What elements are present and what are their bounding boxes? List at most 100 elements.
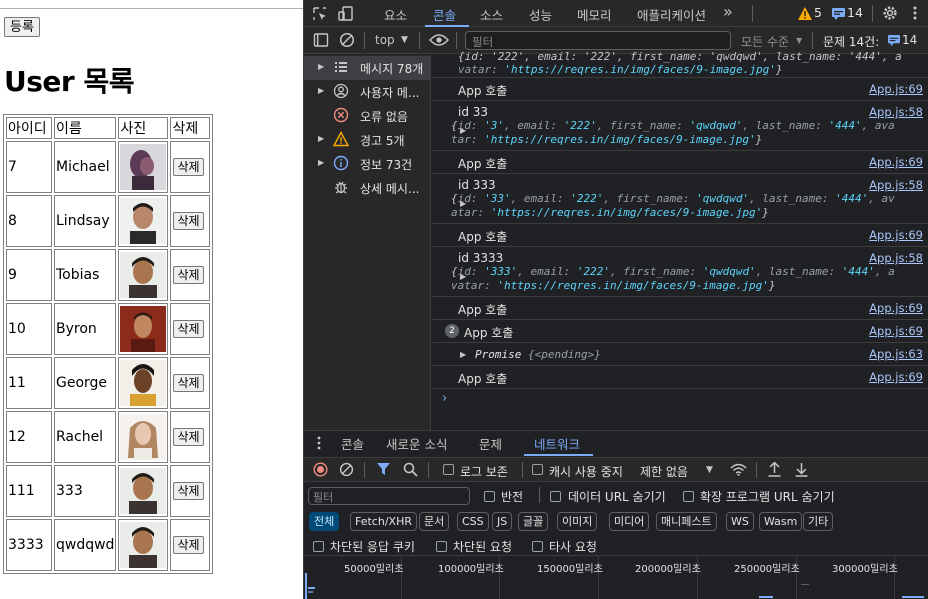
object-preview[interactable]: {id: '222', email: '222', first_name: 'q…: [458, 50, 902, 63]
delete-button[interactable]: 삭제: [173, 428, 204, 446]
console-message: App 호출 App.js:69: [432, 78, 928, 101]
throttling-dropdown[interactable]: 제한 없음: [640, 463, 688, 480]
filter-chip-js[interactable]: JS: [492, 512, 513, 531]
filter-chip-wasm[interactable]: Wasm: [759, 512, 803, 531]
sidebar-item-messages[interactable]: ▶ 메시지 78개: [304, 56, 431, 80]
object-preview[interactable]: {id: '3', email: '222', first_name: 'qwd…: [451, 119, 895, 132]
object-preview[interactable]: {id: '33', email: '222', first_name: 'qw…: [451, 192, 895, 205]
chevron-down-icon[interactable]: ▼: [796, 36, 802, 45]
hide-data-urls-checkbox[interactable]: [550, 491, 561, 502]
console-prompt-icon[interactable]: ›: [442, 391, 447, 406]
object-preview-line2[interactable]: vatar: 'https://reqres.in/img/faces/9-im…: [458, 63, 783, 76]
source-link[interactable]: App.js:69: [869, 82, 923, 96]
register-button[interactable]: 등록: [4, 17, 40, 37]
delete-button[interactable]: 삭제: [173, 266, 204, 284]
tab-issues[interactable]: 문제: [479, 434, 502, 453]
filter-chip-css[interactable]: CSS: [457, 512, 489, 531]
expand-arrow-icon[interactable]: ▶: [318, 134, 324, 143]
download-icon[interactable]: [795, 462, 808, 477]
filter-chip-all[interactable]: 전체: [309, 512, 340, 531]
delete-button[interactable]: 삭제: [173, 536, 204, 554]
source-link[interactable]: App.js:58: [869, 105, 923, 119]
filter-chip-img[interactable]: 이미지: [557, 512, 598, 531]
source-link[interactable]: App.js:69: [869, 324, 923, 338]
object-preview-line2[interactable]: tar: 'https://reqres.in/img/faces/9-imag…: [451, 133, 762, 146]
eye-icon[interactable]: [429, 34, 449, 46]
warning-count[interactable]: 5: [814, 5, 822, 20]
drawer-menu-icon[interactable]: [317, 436, 321, 450]
device-toolbar-icon[interactable]: [338, 6, 356, 22]
kebab-menu-icon[interactable]: [912, 5, 918, 21]
wifi-settings-icon[interactable]: [730, 463, 747, 476]
sidebar-item-user-messages[interactable]: ▶ 사용자 메...: [304, 80, 431, 104]
source-link[interactable]: App.js:69: [869, 370, 923, 384]
expand-arrow-icon[interactable]: ▶: [318, 62, 324, 71]
source-link[interactable]: App.js:58: [869, 178, 923, 192]
filter-chip-doc[interactable]: 문서: [419, 512, 450, 531]
promise-preview[interactable]: Promise {<pending>}: [475, 348, 601, 361]
message-count[interactable]: 14: [847, 5, 863, 20]
source-link[interactable]: App.js:69: [869, 155, 923, 169]
sidebar-item-info[interactable]: ▶ 정보 73건: [304, 152, 431, 176]
delete-button[interactable]: 삭제: [173, 212, 204, 230]
user-icon: [333, 83, 349, 99]
preserve-log-checkbox[interactable]: [443, 464, 454, 475]
delete-button[interactable]: 삭제: [173, 158, 204, 176]
gear-icon[interactable]: [882, 5, 898, 21]
object-preview-line2[interactable]: vatar: 'https://reqres.in/img/faces/9-im…: [451, 279, 776, 292]
drawer-panel: 콘솔 새로운 소식 문제 네트워크 로그 보존 캐시 사용 중지 제한 없음 ▼…: [304, 430, 928, 599]
sidebar-item-errors[interactable]: 오류 없음: [304, 104, 431, 128]
source-link[interactable]: App.js:69: [869, 301, 923, 315]
source-link[interactable]: App.js:69: [869, 228, 923, 242]
tab-network[interactable]: 네트워크: [534, 434, 580, 453]
filter-chip-font[interactable]: 글꼴: [518, 512, 549, 531]
chevron-down-icon[interactable]: ▼: [706, 465, 713, 475]
disable-cache-checkbox[interactable]: [532, 464, 543, 475]
filter-chip-fetch-xhr[interactable]: Fetch/XHR: [350, 512, 417, 531]
clear-icon[interactable]: [339, 462, 354, 477]
object-preview[interactable]: {id: '333', email: '222', first_name: 'q…: [451, 265, 895, 278]
expand-arrow-icon[interactable]: ▶: [318, 158, 324, 167]
sidebar-toggle-icon[interactable]: [313, 32, 329, 48]
tab-sources[interactable]: 소스: [480, 5, 503, 24]
more-tabs-icon[interactable]: »: [723, 2, 733, 21]
tab-whats-new[interactable]: 새로운 소식: [386, 434, 447, 453]
delete-button[interactable]: 삭제: [173, 320, 204, 338]
clear-console-icon[interactable]: [339, 32, 355, 48]
inspect-element-icon[interactable]: [312, 6, 328, 22]
tab-drawer-console[interactable]: 콘솔: [341, 434, 364, 453]
source-link[interactable]: App.js:58: [869, 251, 923, 265]
expand-arrow-icon[interactable]: ▶: [460, 350, 466, 359]
issues-count[interactable]: 14: [902, 33, 917, 47]
search-icon[interactable]: [403, 462, 418, 477]
filter-chip-ws[interactable]: WS: [726, 512, 754, 531]
filter-chip-manifest[interactable]: 매니페스트: [656, 512, 717, 531]
network-timeline[interactable]: 50000밀리초 100000밀리초 150000밀리초 200000밀리초 2…: [304, 555, 928, 599]
delete-button[interactable]: 삭제: [173, 374, 204, 392]
context-selector[interactable]: top: [375, 33, 395, 47]
tab-console[interactable]: 콘솔: [433, 5, 456, 24]
network-filter-input[interactable]: 필터: [308, 487, 470, 505]
tab-elements[interactable]: 요소: [384, 5, 407, 24]
filter-chip-other[interactable]: 기타: [803, 512, 834, 531]
third-party-checkbox[interactable]: [532, 541, 543, 552]
filter-icon[interactable]: [377, 463, 390, 476]
expand-arrow-icon[interactable]: ▶: [318, 86, 324, 95]
invert-checkbox[interactable]: [484, 491, 495, 502]
source-link[interactable]: App.js:63: [869, 347, 923, 361]
upload-icon[interactable]: [768, 462, 781, 477]
filter-chip-media[interactable]: 미디어: [609, 512, 650, 531]
tab-performance[interactable]: 성능: [529, 5, 552, 24]
blocked-requests-checkbox[interactable]: [436, 541, 447, 552]
sidebar-item-verbose[interactable]: 상세 메시...: [304, 176, 431, 200]
list-icon: [335, 62, 347, 72]
sidebar-item-warnings[interactable]: ▶ 경고 5개: [304, 128, 431, 152]
tab-memory[interactable]: 메모리: [577, 5, 612, 24]
tab-application[interactable]: 애플리케이션: [637, 5, 706, 24]
delete-button[interactable]: 삭제: [173, 482, 204, 500]
object-preview-line2[interactable]: atar: 'https://reqres.in/img/faces/9-ima…: [451, 206, 769, 219]
blocked-cookies-checkbox[interactable]: [313, 541, 324, 552]
chevron-down-icon[interactable]: ▼: [401, 35, 408, 45]
record-icon[interactable]: [313, 462, 328, 477]
hide-extension-urls-checkbox[interactable]: [683, 491, 694, 502]
